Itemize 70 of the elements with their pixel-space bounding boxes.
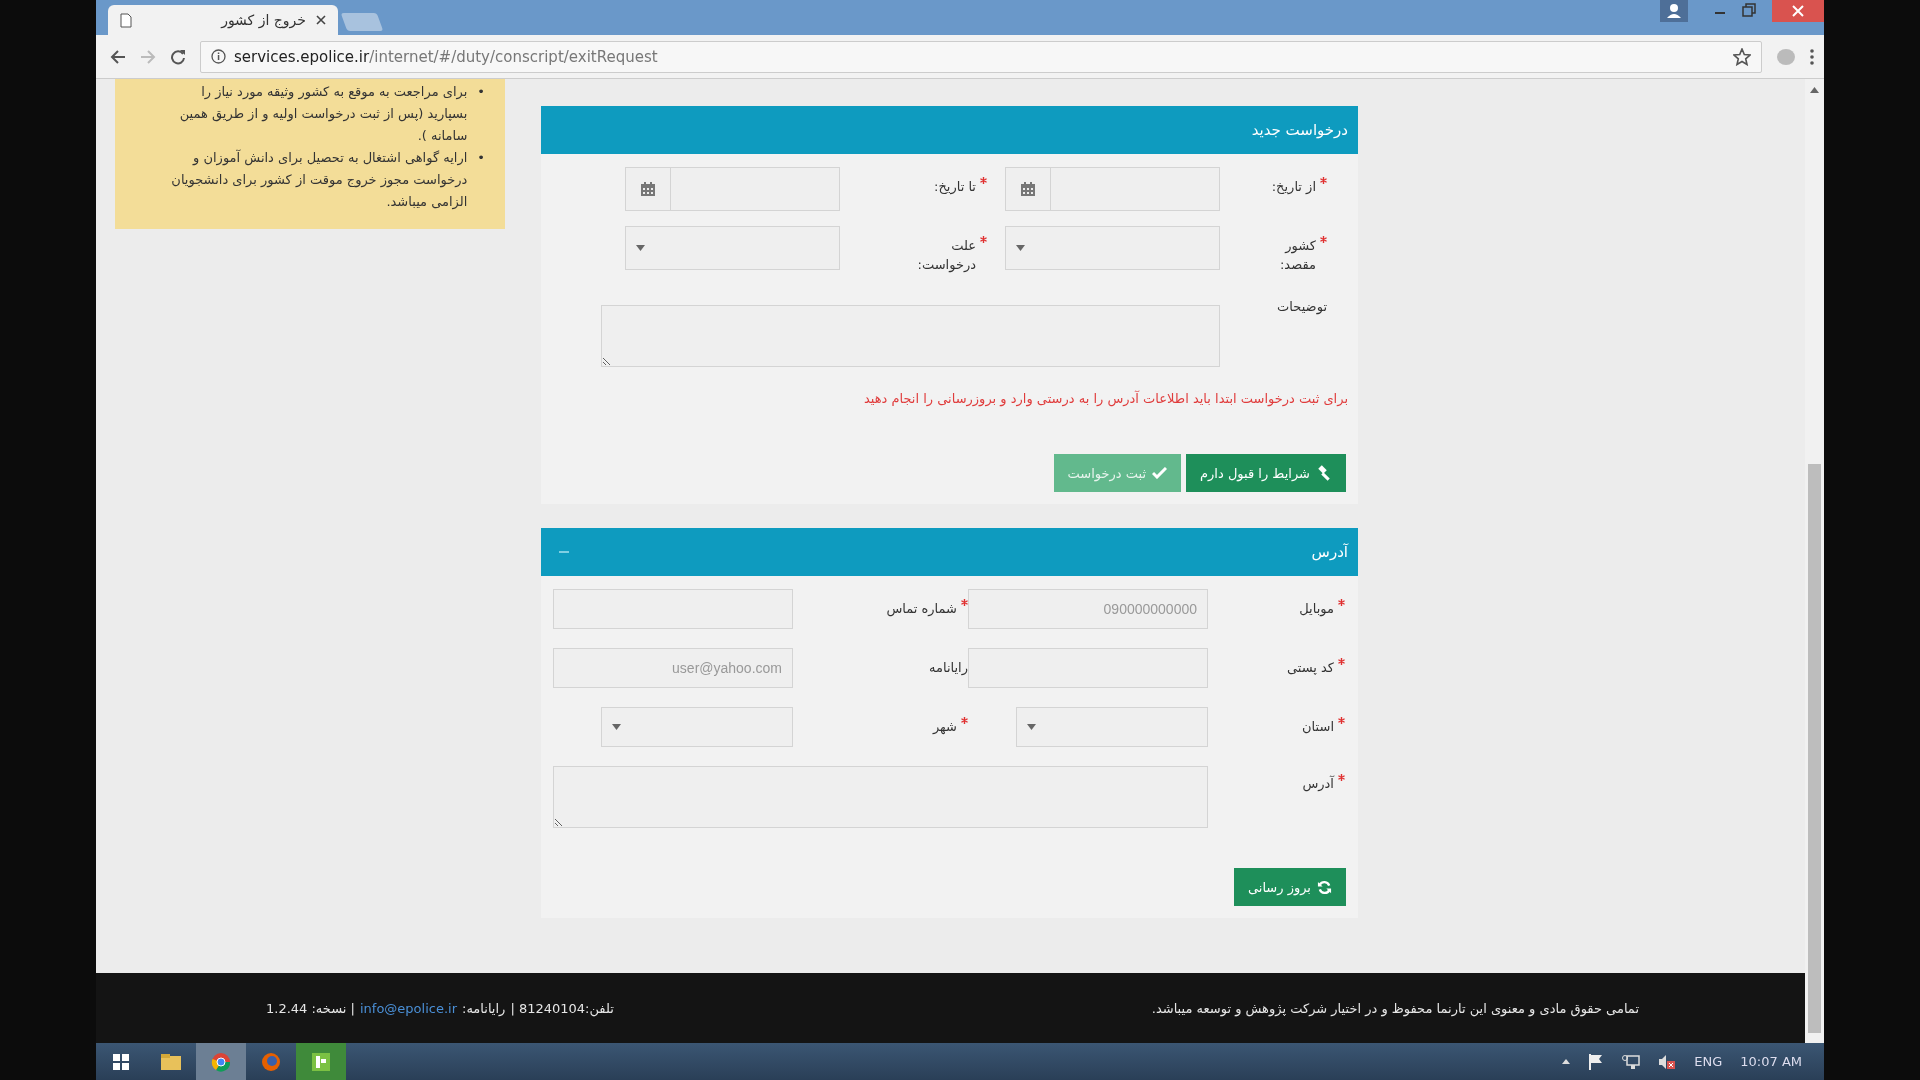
email-label: رایانامه: <box>462 1000 506 1016</box>
text-field[interactable]: user@yahoo.com <box>553 648 793 688</box>
field-label: موبایل <box>1299 600 1334 618</box>
address-bar[interactable]: services.epolice.ir/internet/#/duty/conscript/exitRequest <box>200 40 1762 73</box>
language-indicator[interactable]: ENG <box>1694 1054 1723 1069</box>
copyright-text: تمامی حقوق مادی و معنوی این تارنما محفوظ و در اختیار شرکت پژوهش و توسعه میباشد. <box>1151 1000 1639 1016</box>
forward-icon[interactable] <box>140 48 156 65</box>
url-text: services.epolice.ir/internet/#/duty/conscript/exitRequest <box>234 47 658 66</box>
date-field[interactable] <box>625 167 840 211</box>
app-icon[interactable] <box>312 1052 330 1071</box>
notice-text: برای مراجعت به موقع به کشور وثیقه مورد نیاز را بسپارید (پس از ثبت درخواست اولیه و از طریق همین سامانه ). <box>178 83 468 145</box>
check-icon <box>1152 467 1168 479</box>
refresh-icon <box>1317 879 1332 895</box>
field-label: شماره تماس <box>886 600 957 618</box>
caret-icon <box>1016 245 1025 251</box>
date-field[interactable] <box>1005 167 1220 211</box>
browser-icon[interactable] <box>211 1051 231 1072</box>
tray-expand-icon[interactable] <box>1562 1059 1571 1064</box>
phone-text: تلفن:81240104 | <box>510 1000 614 1016</box>
caret-icon <box>612 724 621 730</box>
bullet: • <box>477 83 485 101</box>
field-label: از تاریخ: <box>1271 178 1316 196</box>
scrollbar[interactable] <box>1805 79 1824 1043</box>
caret-icon <box>1027 724 1036 730</box>
field-label: شهر <box>932 718 957 736</box>
field-label: کشور مقصد: <box>1278 237 1316 274</box>
field-label: رایانامه <box>929 659 968 677</box>
version-text: | نسخه: 1.2.44 <box>266 1000 355 1016</box>
reload-icon[interactable] <box>170 48 186 65</box>
collapse-icon[interactable] <box>559 550 569 554</box>
info-icon <box>211 49 226 64</box>
windows-start-icon[interactable] <box>113 1053 129 1070</box>
bullet: • <box>477 149 485 167</box>
menu-icon[interactable] <box>1810 48 1814 65</box>
scrollbar-thumb[interactable] <box>1808 464 1821 1033</box>
panel-title: آدرس <box>1311 543 1348 561</box>
field-label: تا تاریخ: <box>934 178 976 196</box>
field-label: استان <box>1302 718 1334 736</box>
page-icon <box>120 12 132 28</box>
scroll-up-icon[interactable] <box>1810 87 1819 93</box>
star-icon[interactable] <box>1733 47 1751 66</box>
hammer-icon <box>1316 465 1332 481</box>
globe-icon[interactable] <box>261 1051 281 1072</box>
flag-icon[interactable] <box>1588 1053 1605 1070</box>
field-label: توضیحات <box>1277 298 1327 316</box>
text-field[interactable]: 090000000000 <box>968 589 1208 629</box>
close-icon[interactable] <box>316 15 326 25</box>
extension-icon[interactable] <box>1776 47 1796 66</box>
email-link[interactable]: info@epolice.ir <box>359 1000 457 1016</box>
clock-text[interactable]: 10:07 AM <box>1740 1054 1802 1069</box>
calendar-icon <box>1020 181 1036 197</box>
field-label: آدرس <box>1302 774 1334 793</box>
calendar-icon <box>640 181 656 197</box>
text-field[interactable] <box>968 648 1208 688</box>
notice-text: ارایه گواهی اشتغال به تحصیل برای دانش آموزان و درخواست مجوز خروج موقت از کشور برای دانشجویان الزامی میباشد. <box>170 148 468 212</box>
text-field[interactable] <box>553 589 793 629</box>
field-label: کد پستی <box>1286 659 1334 677</box>
field-label: علت درخواست: <box>916 237 976 274</box>
folder-icon[interactable] <box>161 1053 181 1070</box>
panel-title: درخواست جدید <box>1251 121 1348 139</box>
back-icon[interactable] <box>110 48 126 65</box>
caret-icon <box>636 245 645 251</box>
profile-icon[interactable] <box>1660 0 1688 22</box>
warning-text: برای ثبت درخواست ابتدا باید اطلاعات آدرس را به درستی وارد و بروزرسانی را انجام دهید <box>862 389 1349 406</box>
close-window-icon[interactable] <box>1772 0 1824 22</box>
muted-speaker-icon[interactable] <box>1658 1053 1677 1070</box>
accept-button[interactable]: شرایط را قبول دارم <box>1186 454 1346 492</box>
network-icon[interactable] <box>1622 1053 1641 1070</box>
browser-tab[interactable]: خروج از کشور <box>108 5 338 35</box>
update-button[interactable]: بروز رسانی <box>1233 868 1346 906</box>
